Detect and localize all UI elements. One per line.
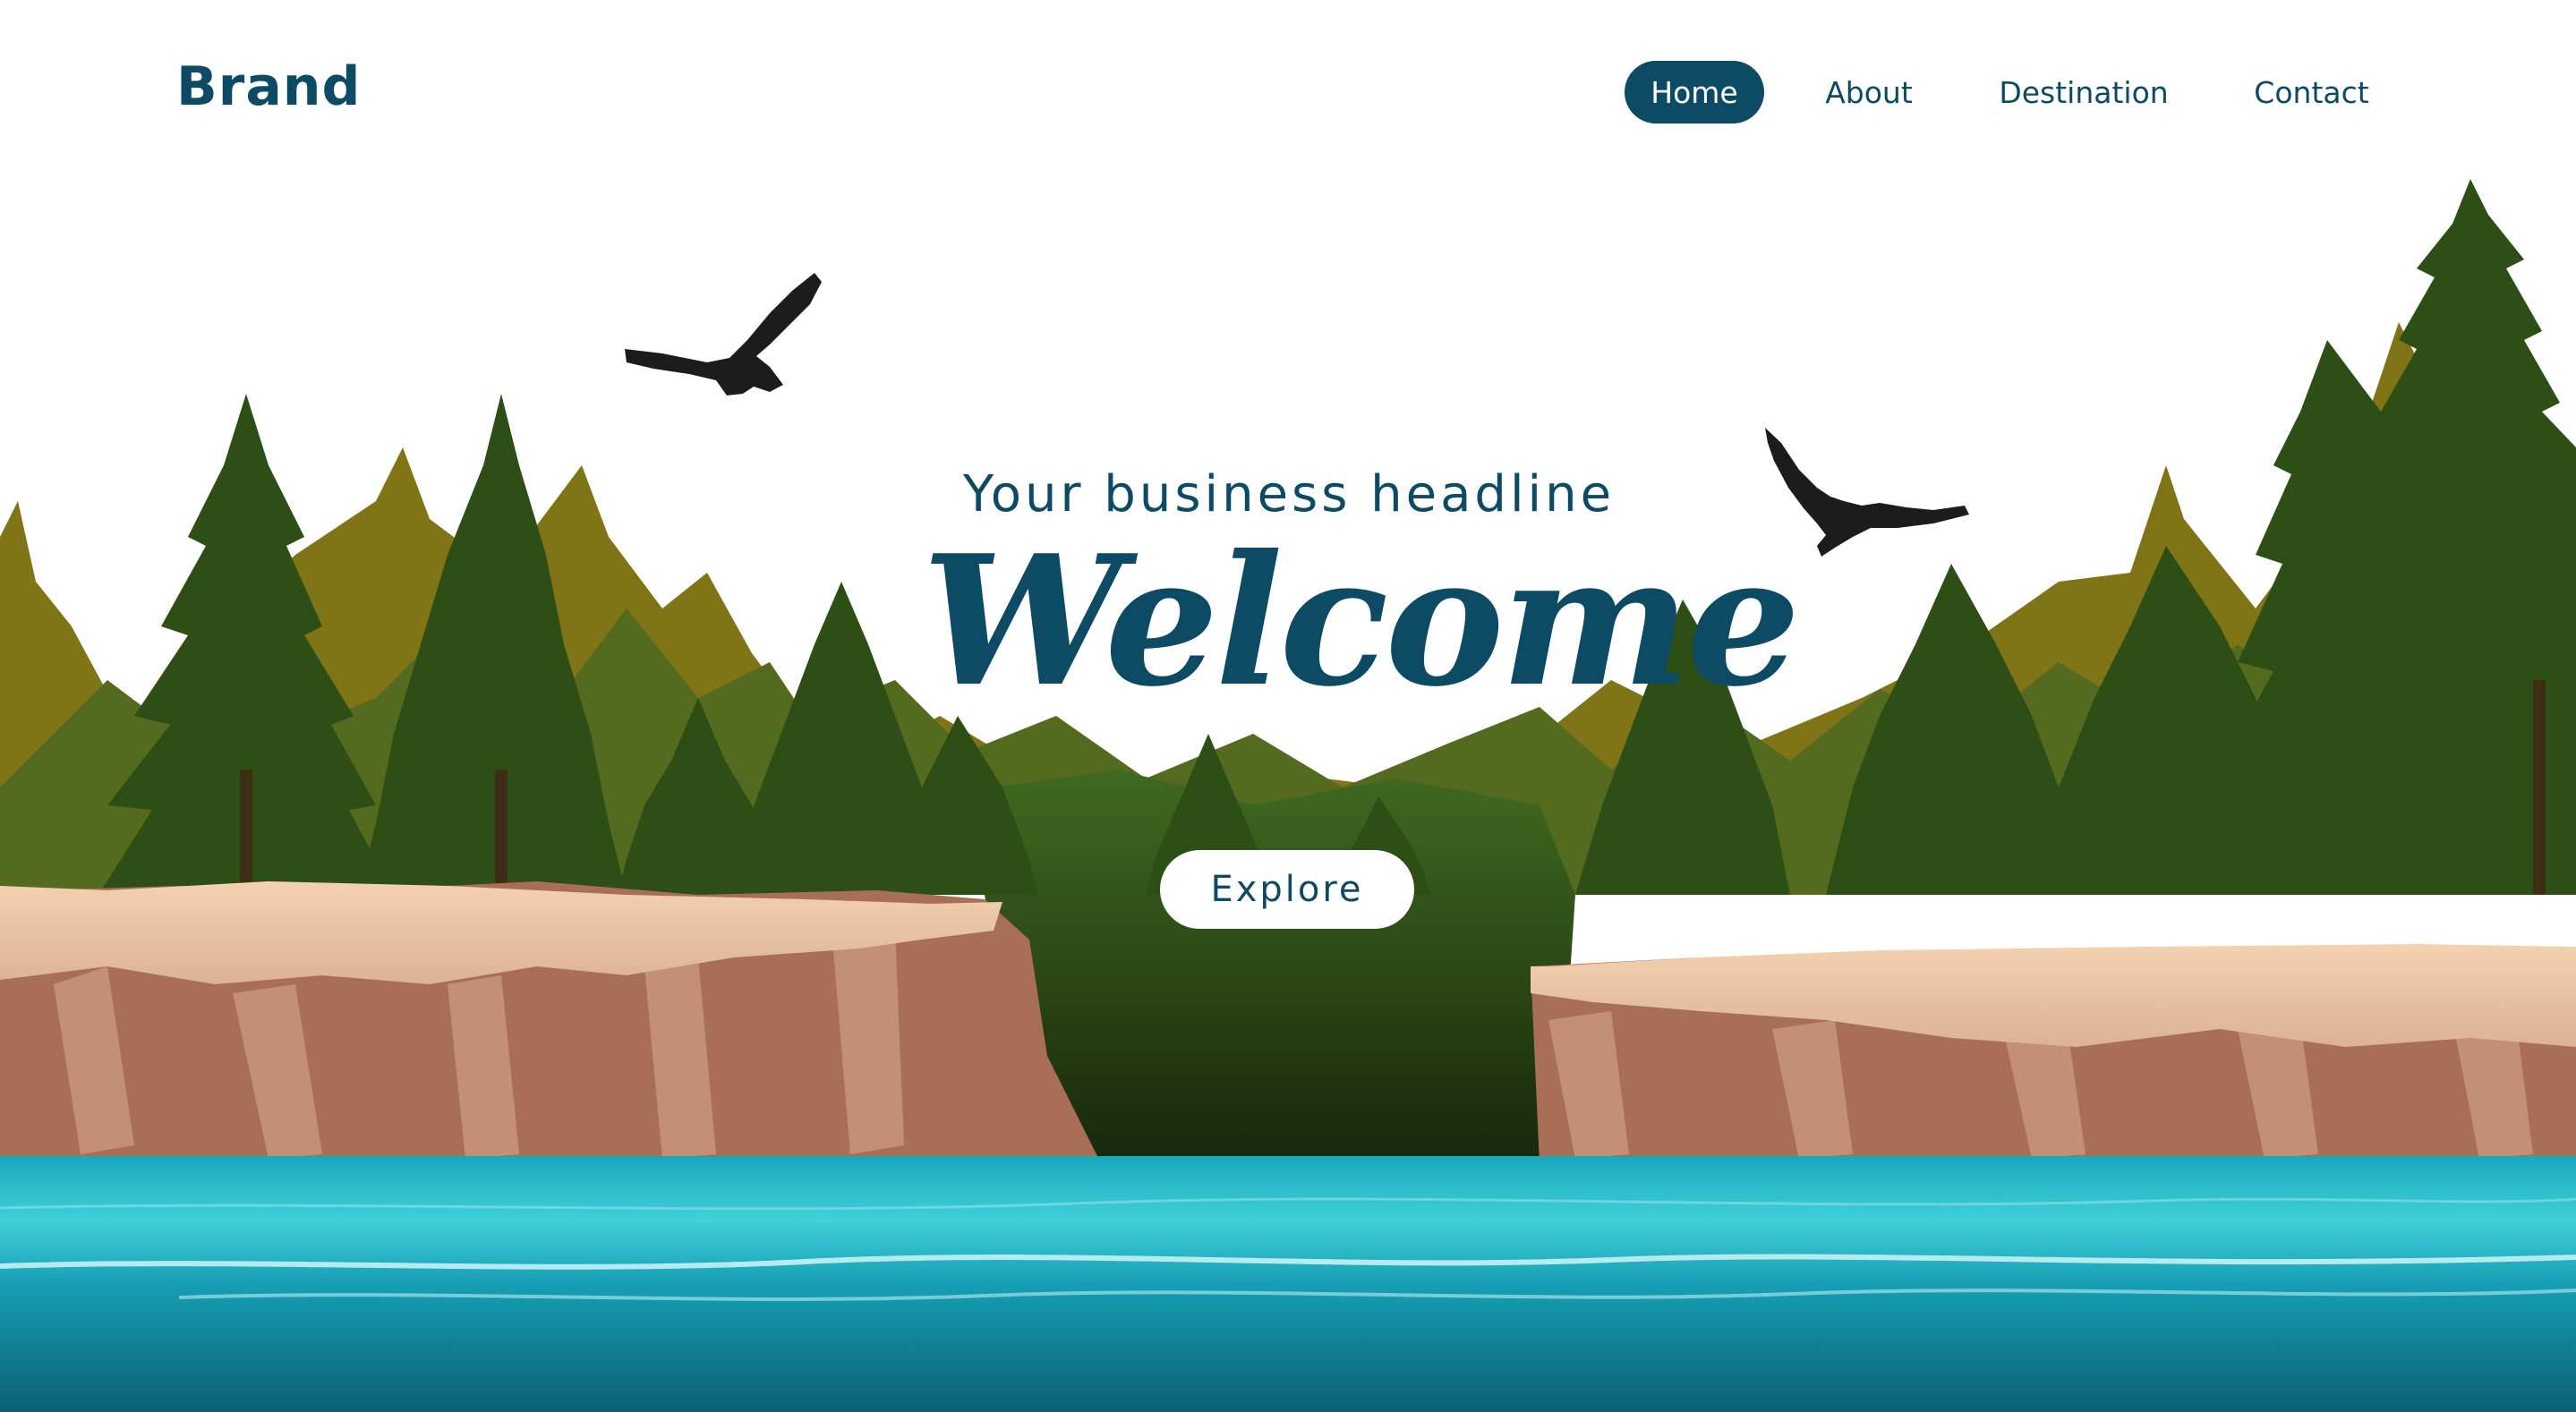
nav-about[interactable]: About: [1808, 61, 1930, 123]
brand-logo[interactable]: Brand: [176, 55, 361, 118]
explore-button[interactable]: Explore: [1160, 850, 1414, 929]
nav-home[interactable]: Home: [1625, 61, 1764, 123]
hero-title: Welcome: [922, 516, 1801, 727]
nav-destination[interactable]: Destination: [1985, 61, 2182, 123]
left-cliff: [0, 881, 1101, 1163]
nav-contact[interactable]: Contact: [2242, 61, 2381, 123]
gorge: [985, 770, 1575, 1163]
eagle-icon: [625, 273, 822, 396]
river: [0, 1156, 2576, 1412]
right-cliff: [1531, 944, 2576, 1163]
